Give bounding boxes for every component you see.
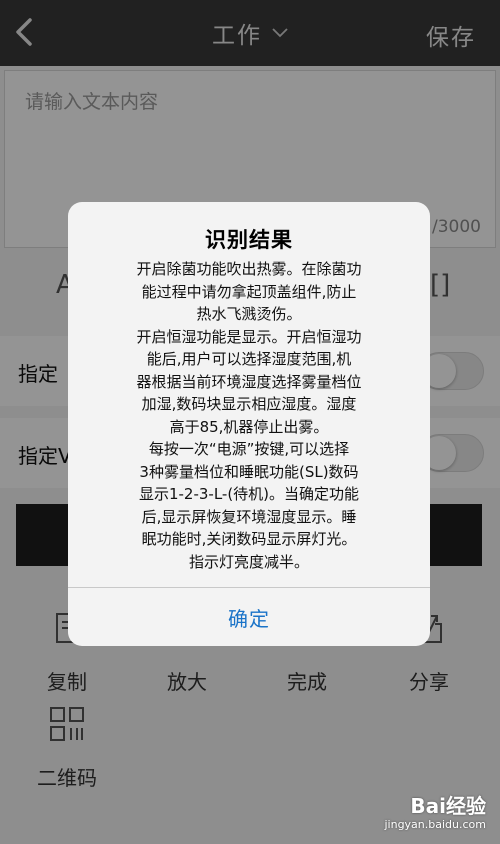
- dialog-line: 高于85,机器停止出雾。: [169, 417, 329, 436]
- watermark-url: jingyan.baidu.com: [384, 818, 486, 831]
- dialog-line: 指示灯亮度减半。: [188, 552, 309, 571]
- dialog-line: 能过程中请勿拿起顶盖组件,防止: [141, 282, 357, 301]
- confirm-button[interactable]: 确定: [68, 588, 430, 646]
- dialog-line: 器根据当前环境湿度选择雾量档位: [136, 372, 362, 391]
- dialog-line: 3种雾量档位和睡眠功能(SL)数码: [139, 462, 359, 481]
- dialog-body: 开启除菌功能吹出热雾。在除菌功 能过程中请勿拿起顶盖组件,防止 热水飞溅烫伤。 …: [104, 258, 394, 573]
- recognition-result-dialog: 识别结果 开启除菌功能吹出热雾。在除菌功 能过程中请勿拿起顶盖组件,防止 热水飞…: [68, 202, 430, 646]
- dialog-line: 每按一次“电源”按键,可以选择: [148, 440, 350, 458]
- watermark-brand: Bai经验: [410, 794, 486, 818]
- dialog-line: 开启除菌功能吹出热雾。在除菌功: [136, 260, 362, 278]
- dialog-line: 后,显示屏恢复环境湿度显示。睡: [141, 507, 357, 526]
- baidu-jingyan-watermark: Bai经验 jingyan.baidu.com: [376, 790, 486, 840]
- dialog-line: 开启恒湿功能是显示。开启恒湿功: [136, 327, 362, 346]
- dialog-line: 能后,用户可以选择湿度范围,机: [146, 350, 352, 368]
- dialog-line: 热水飞溅烫伤。: [196, 305, 302, 323]
- dialog-title: 识别结果: [205, 228, 293, 252]
- dialog-line: 显示1-2-3-L-(待机)。当确定功能: [138, 485, 360, 503]
- dialog-line: 眠功能时,关闭数码显示屏灯光。: [141, 530, 357, 548]
- dialog-line: 加湿,数码块显示相应湿度。湿度: [141, 395, 357, 413]
